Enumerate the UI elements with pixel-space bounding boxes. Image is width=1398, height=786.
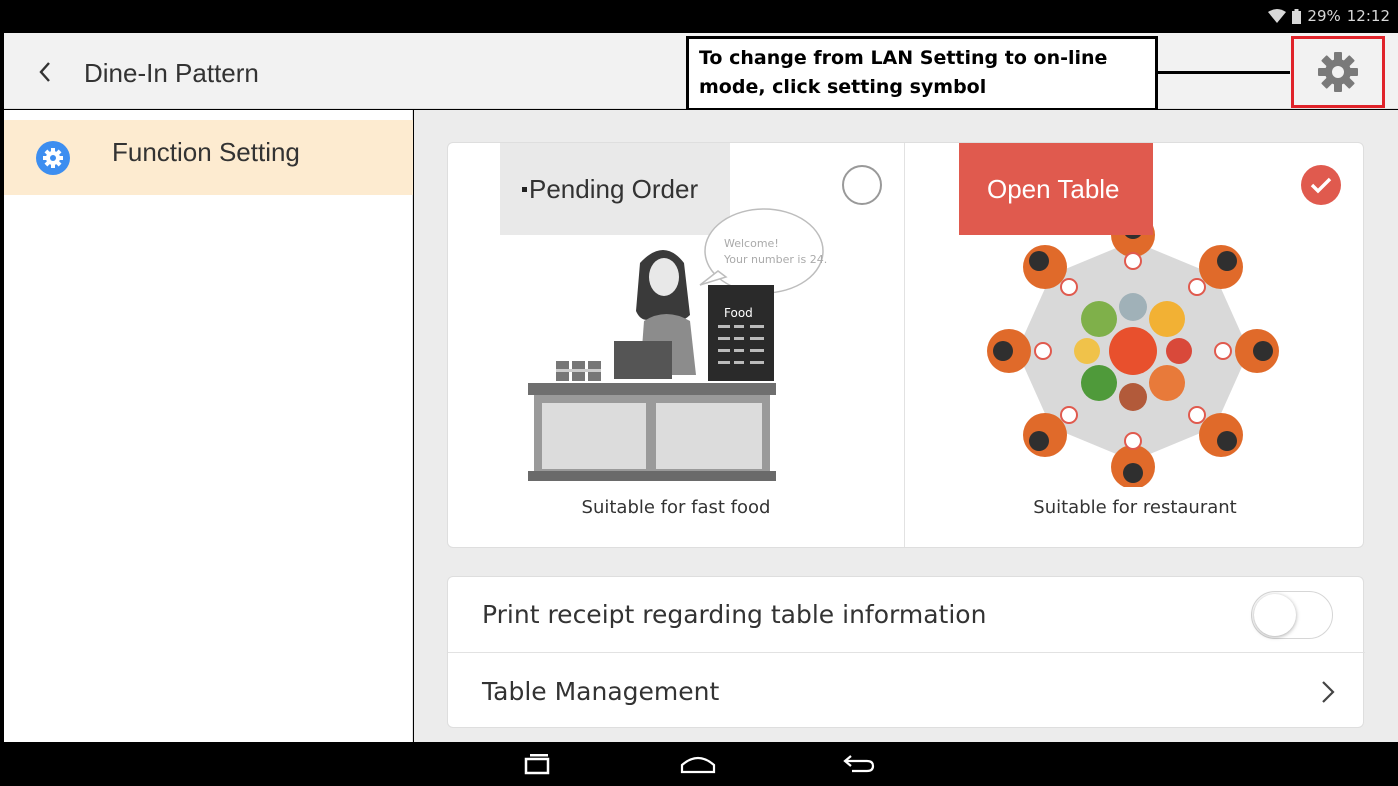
annotation-line-2: mode, click setting symbol xyxy=(699,76,987,98)
speech-bubble-line-1: Welcome! xyxy=(724,237,779,250)
battery-icon xyxy=(1292,8,1302,24)
status-bar: 29% 12:12 xyxy=(0,0,1398,33)
print-receipt-toggle[interactable] xyxy=(1251,591,1333,639)
chevron-left-icon xyxy=(39,62,50,82)
fast-food-counter-illustration: Welcome! Your number is 24. Food xyxy=(528,208,827,481)
gear-circle-icon xyxy=(36,140,70,175)
recent-apps-icon xyxy=(524,754,550,775)
annotation-connector xyxy=(1158,71,1290,74)
round-table-illustration xyxy=(987,213,1279,487)
pending-order-option[interactable]: Pending Order Welcome! Your number is 24… xyxy=(448,143,905,547)
nav-back-button[interactable] xyxy=(835,748,885,780)
annotation-line-1: To change from LAN Setting to on-line xyxy=(699,47,1108,69)
open-table-option[interactable]: Open Table Suitable for restaurant xyxy=(905,143,1363,547)
home-button[interactable] xyxy=(673,748,723,780)
toggle-knob xyxy=(1254,594,1296,636)
table-management-row[interactable]: Table Management xyxy=(448,653,1365,729)
table-management-label: Table Management xyxy=(482,676,720,706)
open-table-caption: Suitable for restaurant xyxy=(1033,497,1237,518)
status-time: 12:12 xyxy=(1346,7,1390,25)
settings-button[interactable] xyxy=(1291,36,1385,108)
pending-order-caption: Suitable for fast food xyxy=(581,497,771,518)
back-button[interactable] xyxy=(28,55,62,89)
page-title: Dine-In Pattern xyxy=(84,58,259,88)
sidebar-item-function-setting[interactable]: Function Setting xyxy=(4,120,413,195)
sidebar: Function Setting xyxy=(4,110,413,742)
open-table-label-box: Open Table xyxy=(959,143,1153,235)
open-table-label: Open Table xyxy=(987,173,1120,204)
annotation-callout: To change from LAN Setting to on-line mo… xyxy=(686,36,1158,111)
back-icon xyxy=(843,755,875,773)
speech-bubble-line-2: Your number is 24. xyxy=(723,253,827,266)
bullet-mark xyxy=(522,186,527,192)
print-receipt-label: Print receipt regarding table informatio… xyxy=(482,600,987,629)
settings-card: Print receipt regarding table informatio… xyxy=(447,576,1365,729)
print-receipt-row: Print receipt regarding table informatio… xyxy=(448,577,1365,653)
pending-order-label: Pending Order xyxy=(529,173,699,204)
recent-apps-button[interactable] xyxy=(512,748,562,780)
gear-icon xyxy=(1318,52,1358,92)
chevron-right-icon xyxy=(1322,681,1335,703)
battery-percent: 29% xyxy=(1307,7,1341,25)
wifi-icon xyxy=(1268,9,1287,23)
open-table-radio[interactable] xyxy=(1301,165,1341,205)
dine-in-pattern-card: Pending Order Welcome! Your number is 24… xyxy=(447,142,1364,548)
sidebar-item-label: Function Setting xyxy=(112,137,300,167)
main-content: Pending Order Welcome! Your number is 24… xyxy=(414,110,1398,742)
checkmark-icon xyxy=(1310,177,1332,194)
system-nav-bar xyxy=(0,742,1398,786)
home-icon xyxy=(680,756,716,774)
menu-board-label: Food xyxy=(724,306,753,320)
pending-order-radio[interactable] xyxy=(842,165,882,205)
